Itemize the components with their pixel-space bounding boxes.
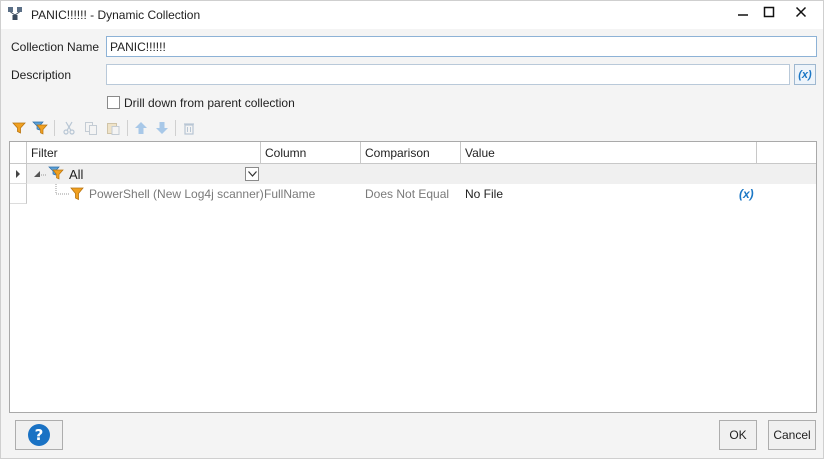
filter-value[interactable]: No File (465, 187, 503, 201)
filter-grid: Filter Column Comparison Value All Power… (9, 141, 817, 413)
drill-down-checkbox[interactable] (107, 96, 120, 109)
column-header-value[interactable]: Value (461, 142, 757, 164)
ok-button[interactable]: OK (719, 420, 757, 450)
toolbar-separator (54, 120, 55, 136)
header-row-indicator (10, 142, 27, 164)
group-operator-value[interactable]: All (69, 167, 83, 182)
column-header-filter[interactable]: Filter (27, 142, 261, 164)
row-indicator[interactable] (10, 184, 27, 204)
group-filter-icon (48, 166, 64, 180)
chevron-down-icon (247, 171, 257, 177)
table-row[interactable]: PowerShell (New Log4j scanner) FullName … (27, 184, 816, 204)
add-filter-button[interactable] (11, 120, 27, 136)
add-group-button[interactable] (32, 120, 48, 136)
row-indicator-current[interactable] (10, 164, 27, 184)
filter-toolbar (9, 117, 817, 139)
delete-icon (184, 123, 194, 135)
move-down-button[interactable] (154, 120, 170, 136)
cut-icon (63, 121, 75, 135)
paste-button[interactable] (105, 120, 121, 136)
drill-down-label: Drill down from parent collection (124, 96, 295, 110)
filter-comparison[interactable]: Does Not Equal (365, 187, 449, 201)
move-down-icon (156, 122, 168, 134)
filter-name[interactable]: PowerShell (New Log4j scanner) (89, 187, 264, 201)
grid-header: Filter Column Comparison Value (10, 142, 816, 164)
tree-collapse-icon[interactable] (33, 170, 41, 178)
table-row[interactable]: All (27, 164, 816, 184)
value-variable-button[interactable]: (x) (739, 187, 754, 201)
description-variable-button[interactable]: (x) (794, 64, 816, 85)
collection-name-label: Collection Name (11, 40, 100, 54)
window-title: PANIC!!!!!! - Dynamic Collection (31, 8, 201, 22)
help-icon: ? (28, 424, 50, 446)
description-label: Description (11, 68, 72, 82)
add-group-icon (32, 121, 48, 135)
move-up-button[interactable] (133, 120, 149, 136)
help-button[interactable]: ? (15, 420, 63, 450)
paste-icon (107, 123, 120, 135)
minimize-icon (738, 14, 748, 16)
close-button[interactable] (785, 1, 817, 23)
collection-name-input[interactable] (106, 36, 817, 57)
group-operator-dropdown[interactable] (245, 167, 259, 181)
tree-connector-line (55, 184, 69, 195)
column-header-column[interactable]: Column (261, 142, 361, 164)
description-input[interactable] (106, 64, 790, 85)
cancel-button[interactable]: Cancel (768, 420, 816, 450)
toolbar-separator (175, 120, 176, 136)
filter-column[interactable]: FullName (264, 187, 315, 201)
toolbar-separator (127, 120, 128, 136)
tree-connector-line (41, 174, 47, 176)
filter-icon (70, 187, 84, 201)
maximize-icon (763, 6, 775, 18)
maximize-button[interactable] (753, 1, 785, 23)
add-filter-icon (12, 122, 26, 134)
cut-button[interactable] (61, 120, 77, 136)
column-header-comparison[interactable]: Comparison (361, 142, 461, 164)
close-icon (795, 6, 807, 18)
app-icon (8, 7, 22, 20)
move-up-icon (135, 122, 147, 134)
current-row-arrow-icon (16, 169, 20, 178)
delete-button[interactable] (181, 120, 197, 136)
copy-button[interactable] (83, 120, 99, 136)
copy-icon (85, 122, 97, 135)
title-bar: PANIC!!!!!! - Dynamic Collection (1, 1, 823, 29)
dynamic-collection-window: PANIC!!!!!! - Dynamic Collection Collect… (0, 0, 824, 459)
